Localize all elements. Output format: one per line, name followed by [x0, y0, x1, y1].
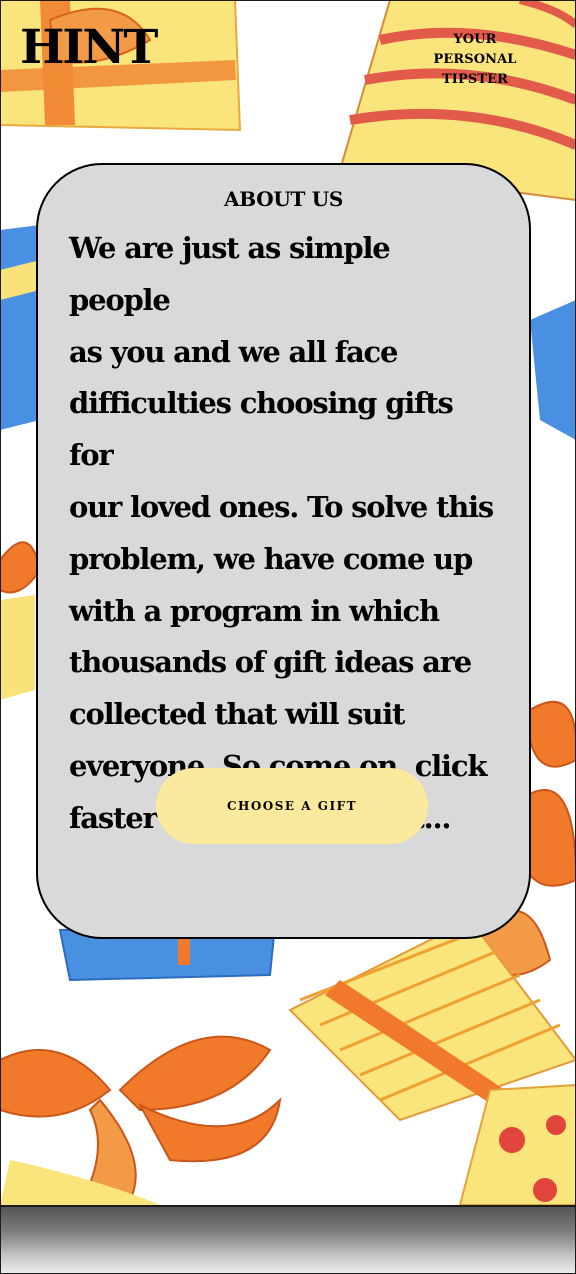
gift-box-icon — [530, 300, 576, 440]
about-line: our loved ones. To solve this — [69, 489, 494, 524]
logo[interactable]: HINT — [20, 20, 158, 76]
bottom-bar — [0, 1205, 576, 1274]
gift-box-icon — [458, 1083, 576, 1205]
about-line: We are just as simple people — [69, 231, 391, 317]
about-line: collected that will suit — [69, 697, 405, 732]
about-card: ABOUT US We are just as simple people as… — [36, 163, 531, 939]
about-line: problem, we have come up — [69, 541, 473, 576]
gift-box-icon — [0, 225, 40, 430]
about-title: ABOUT US — [224, 187, 343, 211]
site-header: HINT YOUR PERSONAL TIPSTER — [0, 0, 576, 120]
about-text: We are just as simple people as you and … — [69, 223, 499, 845]
about-line: difficulties choosing gifts for — [69, 386, 454, 473]
about-line: thousands of gift ideas are — [69, 645, 472, 680]
tagline: YOUR PERSONAL TIPSTER — [410, 30, 540, 90]
app-frame: HINT YOUR PERSONAL TIPSTER ABOUT US We a… — [0, 0, 576, 1274]
tagline-line-1: YOUR PERSONAL — [433, 32, 517, 67]
tagline-line-2: TIPSTER — [441, 72, 508, 87]
about-line: as you and we all face — [69, 334, 398, 369]
choose-gift-button[interactable]: CHOOSE A GIFT — [156, 768, 428, 844]
ribbon-bow-icon — [0, 1035, 282, 1205]
about-line: with a program in which — [69, 593, 440, 628]
ribbon-bow-icon — [0, 541, 42, 700]
